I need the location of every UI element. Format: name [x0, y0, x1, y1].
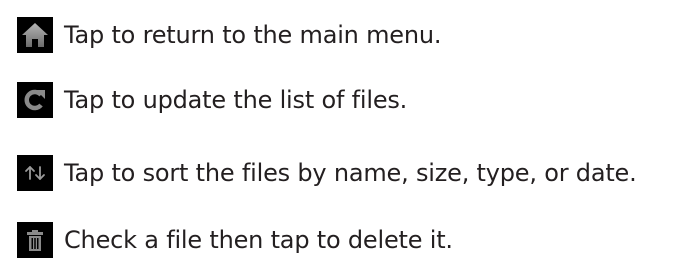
instruction-row-refresh: Tap to update the list of files.	[17, 82, 407, 118]
instruction-text-delete: Check a file then tap to delete it.	[64, 226, 453, 254]
instruction-row-home: Tap to return to the main menu.	[17, 17, 442, 53]
home-icon	[17, 17, 53, 53]
sort-icon	[17, 155, 53, 191]
instruction-row-sort: Tap to sort the files by name, size, typ…	[17, 155, 637, 191]
instruction-row-delete: Check a file then tap to delete it.	[17, 222, 453, 258]
instruction-text-refresh: Tap to update the list of files.	[64, 86, 408, 114]
instruction-text-sort: Tap to sort the files by name, size, typ…	[64, 159, 637, 187]
instruction-text-home: Tap to return to the main menu.	[64, 21, 442, 49]
trash-icon	[17, 222, 53, 258]
refresh-icon	[17, 82, 53, 118]
